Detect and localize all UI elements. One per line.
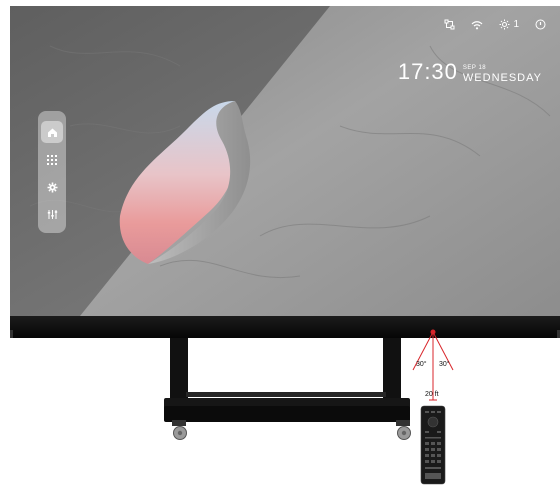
left-angle-label: 30° [416,361,427,368]
right-angle-label: 30° [439,361,450,368]
distance-label: 20 ft [425,391,439,398]
stand-illustration [10,329,560,485]
